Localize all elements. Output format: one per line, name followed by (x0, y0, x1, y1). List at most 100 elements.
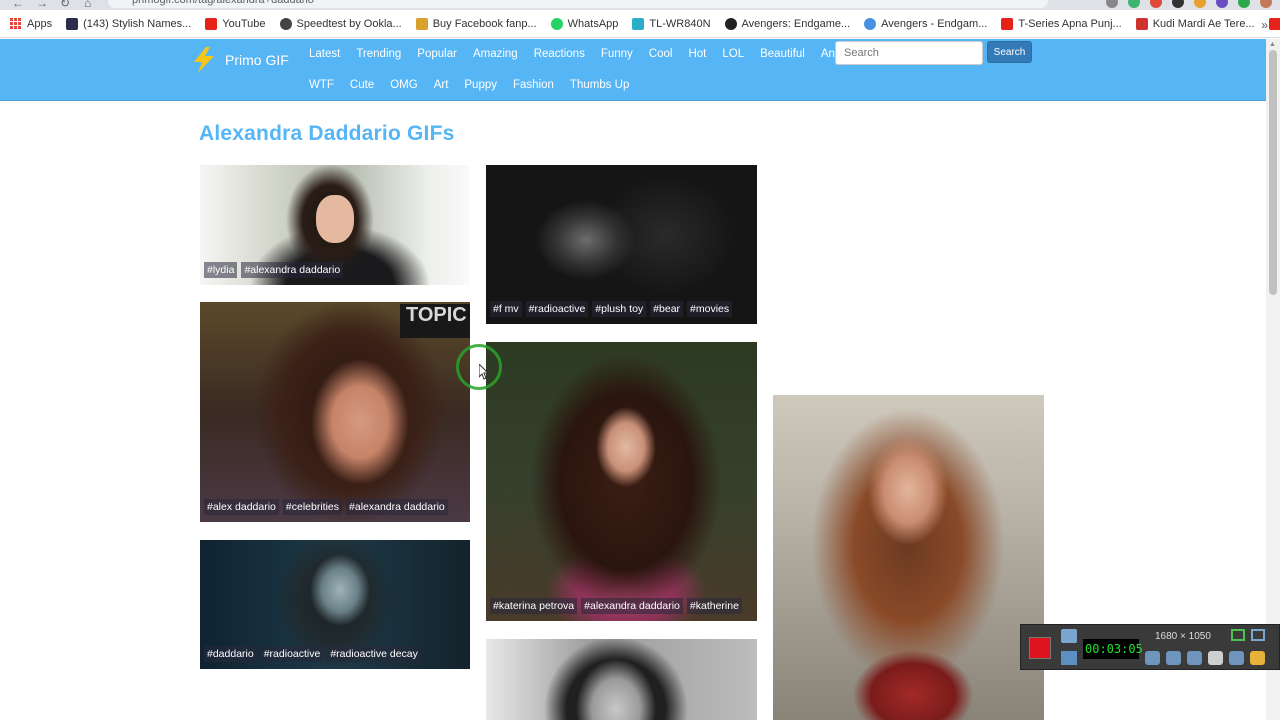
profile-avatar[interactable] (1260, 0, 1272, 8)
gif-card[interactable] (486, 639, 757, 720)
nav-link-reactions[interactable]: Reactions (534, 48, 585, 60)
search-button[interactable]: Search (987, 41, 1032, 63)
nav-link-amazing[interactable]: Amazing (473, 48, 518, 60)
speaker-icon[interactable] (1145, 651, 1160, 665)
nav-link-popular[interactable]: Popular (417, 48, 457, 60)
nav-link-art[interactable]: Art (434, 79, 449, 91)
tag-link[interactable]: #radioactive decay (327, 646, 421, 662)
bookmark-item[interactable]: Speedtest by Ookla... (279, 17, 402, 30)
gif-card[interactable]: TOPIC #alex daddario #celebrities #alexand… (200, 302, 470, 522)
window-controls (1231, 629, 1265, 641)
pen-icon[interactable] (1229, 651, 1244, 665)
nav-link-lol[interactable]: LOL (722, 48, 744, 60)
region-icon[interactable] (1231, 629, 1245, 641)
minimize-icon[interactable] (1251, 629, 1265, 641)
nav-link-omg[interactable]: OMG (390, 79, 417, 91)
tag-link[interactable]: #alexandra daddario (241, 262, 344, 278)
nav-link-latest[interactable]: Latest (309, 48, 340, 60)
reload-icon[interactable]: ↻ (60, 0, 70, 10)
tag-link[interactable]: #alex daddario (204, 499, 279, 515)
bookmark-item[interactable]: Apps (10, 17, 52, 30)
bookmark-item[interactable]: T-Series Apna Punj... (1001, 17, 1122, 30)
tag-link[interactable]: #f mv (490, 301, 522, 317)
page-scrollbar[interactable]: ▲ (1266, 39, 1280, 720)
stop-record-button[interactable] (1029, 637, 1051, 659)
nav-link-trending[interactable]: Trending (356, 48, 401, 60)
tag-list: #katerina petrova #alexandra daddario #kat… (490, 598, 742, 614)
gif-card[interactable]: #daddario #radioactive #radioactive decay (200, 540, 470, 669)
bookmarks-overflow-icon[interactable]: » (1261, 18, 1268, 32)
tag-link[interactable]: #plush toy (592, 301, 647, 317)
scroll-up-arrow-icon[interactable]: ▲ (1269, 41, 1276, 48)
microphone-icon[interactable] (1166, 651, 1181, 665)
bookmark-label: (143) Stylish Names... (83, 17, 192, 30)
bookmark-item[interactable]: TL-WR840N (632, 17, 711, 30)
bookmark-item[interactable]: YouTube (205, 17, 266, 30)
cursor-icon[interactable] (1208, 651, 1223, 665)
webcam-icon[interactable] (1187, 651, 1202, 665)
nav-link-puppy[interactable]: Puppy (464, 79, 497, 91)
bookmark-item[interactable]: WhatsApp (550, 17, 618, 30)
tag-list: #daddario #radioactive #radioactive decay (204, 646, 421, 662)
nav-link-wtf[interactable]: WTF (309, 79, 334, 91)
circle-icon (864, 17, 877, 30)
extension-icon[interactable] (1216, 0, 1228, 8)
bookmark-item[interactable]: Avengers - Endgam... (864, 17, 988, 30)
nav-link-thumbs-up[interactable]: Thumbs Up (570, 79, 629, 91)
extension-icon[interactable] (1194, 0, 1206, 8)
tag-link[interactable]: #radioactive (525, 301, 589, 317)
nav-link-funny[interactable]: Funny (601, 48, 633, 60)
tag-link[interactable]: #daddario (204, 646, 257, 662)
tag-link[interactable]: #bear (650, 301, 684, 317)
bookmark-label: Buy Facebook fanp... (432, 17, 537, 30)
camera-icon[interactable] (1061, 629, 1077, 643)
tag-list: #alex daddario #celebrities #alexandra dad… (204, 499, 448, 515)
nav-link-cute[interactable]: Cute (350, 79, 374, 91)
lightning-bolt-icon (194, 47, 214, 73)
gif-card[interactable]: #katerina petrova #alexandra daddario #kat… (486, 342, 757, 621)
tag-link[interactable]: #katherine (686, 598, 742, 614)
address-bar[interactable]: primogif.com/tag/alexandra+daddario (108, 0, 1048, 8)
apps-grid-icon (10, 17, 22, 30)
scrollbar-thumb[interactable] (1269, 50, 1277, 295)
tag-link[interactable]: #alexandra daddario (581, 598, 683, 614)
extension-icon[interactable] (1128, 0, 1140, 8)
extension-icon[interactable] (1150, 0, 1162, 8)
nav-link-fashion[interactable]: Fashion (513, 79, 554, 91)
gif-card[interactable]: #f mv #radioactive #plush toy #bear #movies (486, 165, 757, 324)
page-title: Alexandra Daddario GIFs (199, 122, 455, 145)
nav-link-hot[interactable]: Hot (688, 48, 706, 60)
youtube-icon (1001, 17, 1014, 30)
bookmark-label: Speedtest by Ookla... (296, 17, 402, 30)
gif-card[interactable]: #lydia #alexandra daddario (200, 165, 470, 285)
nav-link-beautiful[interactable]: Beautiful (760, 48, 805, 60)
recorder-tools (1145, 651, 1265, 665)
bookmark-item[interactable]: (261) t-series apna... (1268, 17, 1280, 30)
gif-card[interactable] (773, 395, 1044, 720)
bookmark-label: TL-WR840N (649, 17, 711, 30)
bookmark-item[interactable]: (143) Stylish Names... (66, 17, 192, 30)
back-icon[interactable]: ← (12, 0, 24, 10)
youtube-icon (1268, 17, 1280, 30)
extension-icon[interactable] (1106, 0, 1118, 8)
youtube-icon (205, 17, 218, 30)
folder-icon[interactable] (1250, 651, 1265, 665)
tag-link[interactable]: #radioactive (260, 646, 324, 662)
tag-link[interactable]: #alexandra daddario (346, 499, 448, 515)
tag-link[interactable]: #lydia (204, 262, 238, 278)
extension-icon[interactable] (1172, 0, 1184, 8)
tag-link[interactable]: #movies (687, 301, 733, 317)
tag-link[interactable]: #celebrities (282, 499, 343, 515)
extension-icon[interactable] (1238, 0, 1250, 8)
home-icon[interactable]: ⌂ (84, 0, 91, 10)
bookmark-item[interactable]: Kudi Mardi Ae Tere... (1135, 17, 1255, 30)
bookmark-label: Avengers - Endgam... (881, 17, 988, 30)
bookmark-item[interactable]: Buy Facebook fanp... (415, 17, 537, 30)
bookmark-item[interactable]: Avengers: Endgame... (724, 17, 850, 30)
pause-icon[interactable] (1061, 651, 1077, 665)
nav-link-cool[interactable]: Cool (649, 48, 673, 60)
forward-icon[interactable]: → (36, 0, 48, 10)
site-logo[interactable]: Primo GIF (189, 45, 289, 75)
tag-link[interactable]: #katerina petrova (490, 598, 578, 614)
search-input[interactable] (835, 41, 983, 65)
